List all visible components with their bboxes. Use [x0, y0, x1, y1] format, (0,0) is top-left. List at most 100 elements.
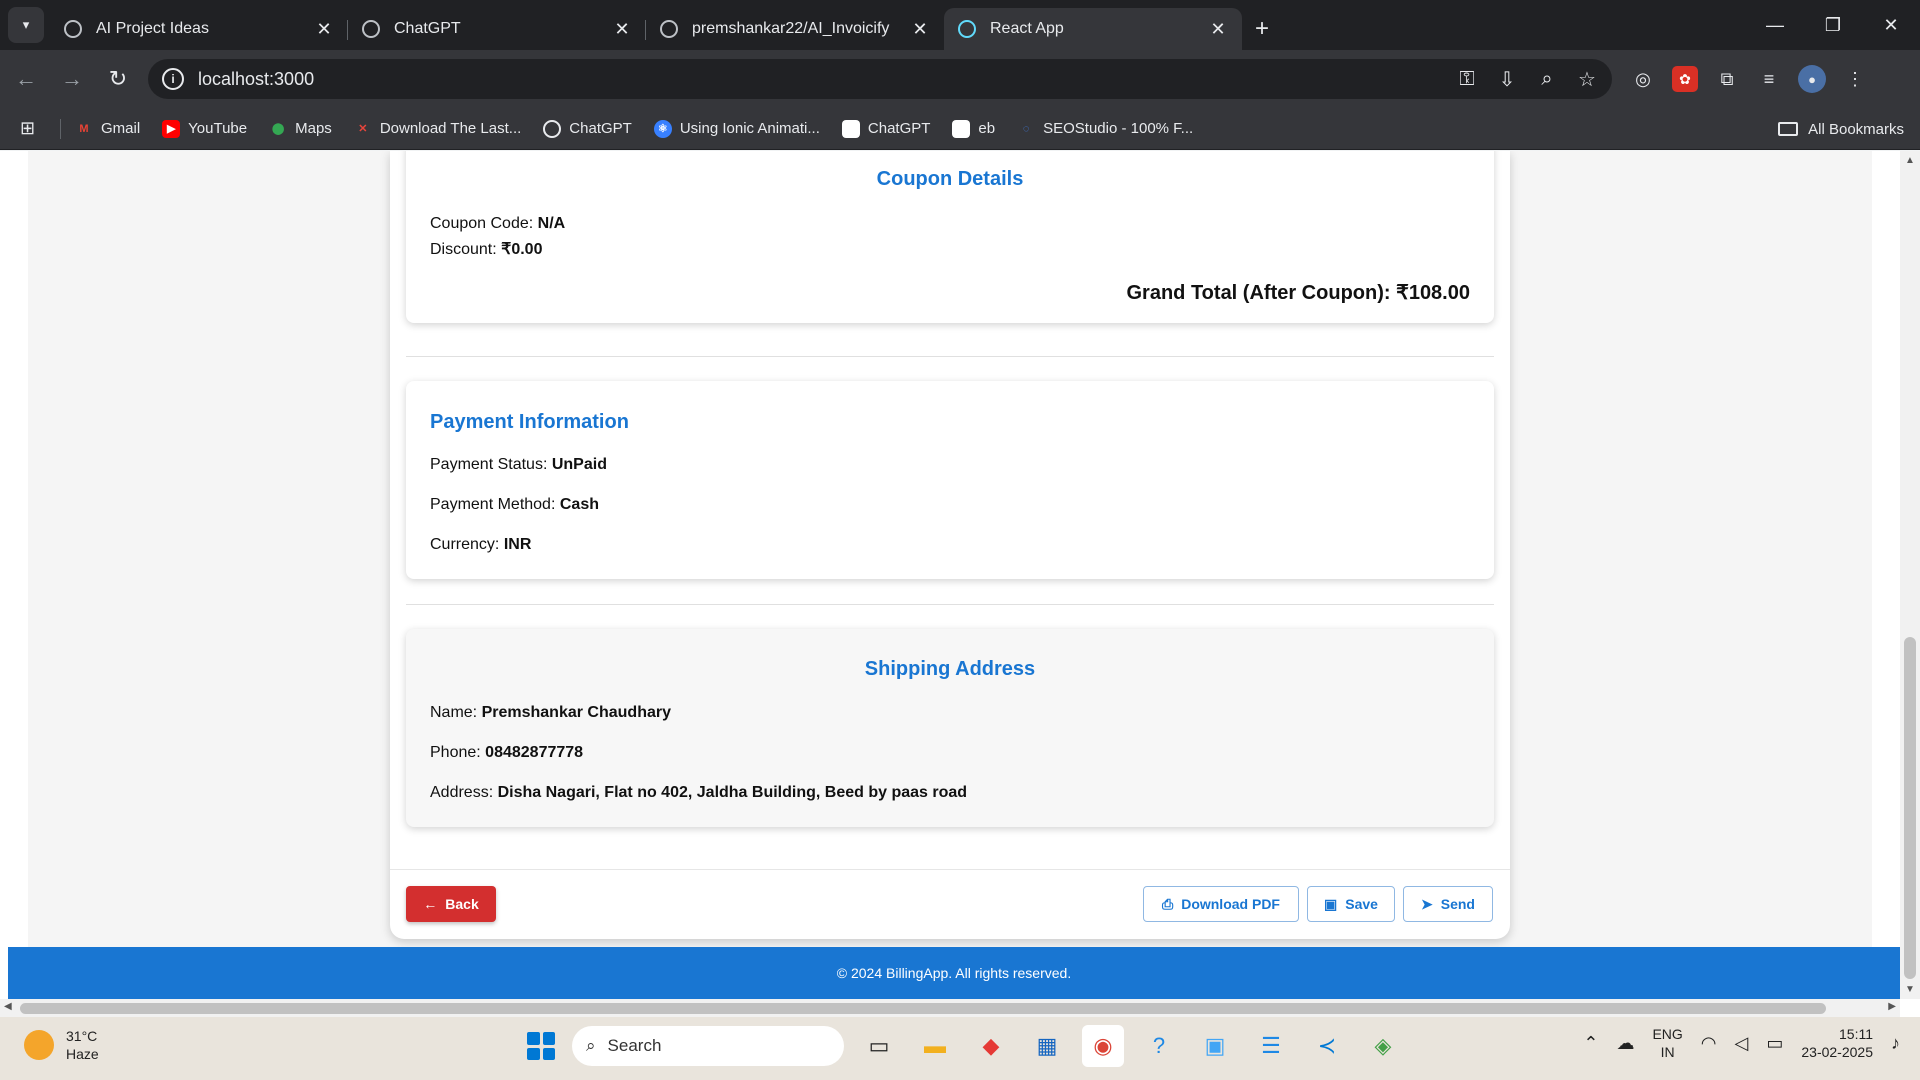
restore-icon[interactable]: ❐	[1804, 0, 1862, 50]
extension-red-icon[interactable]: ✿	[1672, 66, 1698, 92]
menu-kebab-icon[interactable]: ⋮	[1842, 66, 1868, 92]
profile-avatar[interactable]: ●	[1798, 65, 1826, 93]
scroll-left-icon[interactable]: ◀	[4, 1001, 12, 1012]
language-indicator[interactable]: ENG IN	[1652, 1025, 1682, 1061]
payment-status-row: Payment Status: UnPaid	[430, 456, 607, 473]
back-button[interactable]: ← Back	[406, 886, 496, 922]
reload-icon[interactable]: ↻	[98, 59, 138, 99]
back-nav-icon[interactable]: ←	[6, 59, 46, 99]
search-label: Search	[607, 1036, 662, 1055]
app-window-icon[interactable]: ▣	[1194, 1025, 1236, 1067]
notepad-icon[interactable]: ☰	[1250, 1025, 1292, 1067]
bookmark-chatgpt[interactable]: ChatGPT	[543, 119, 632, 138]
close-window-icon[interactable]: ✕	[1862, 0, 1920, 50]
onedrive-icon[interactable]: ☁	[1616, 1033, 1634, 1054]
store-icon[interactable]: ▦	[1026, 1025, 1068, 1067]
forward-nav-icon[interactable]: →	[52, 59, 92, 99]
volume-muted-icon[interactable]: ◁	[1735, 1033, 1749, 1054]
extensions-puzzle-icon[interactable]: ⧉	[1714, 66, 1740, 92]
media-control-icon[interactable]: ≡	[1756, 66, 1782, 92]
weather-condition: Haze	[66, 1046, 99, 1062]
gmail-icon: M	[79, 122, 89, 135]
battery-icon[interactable]: ▭	[1766, 1033, 1783, 1054]
app-colorful-icon[interactable]: ◈	[1362, 1025, 1404, 1067]
download-pdf-button[interactable]: ⎙ Download PDF	[1143, 886, 1299, 922]
clock-date: 23-02-2025	[1801, 1044, 1873, 1060]
tab-ai-project-ideas[interactable]: AI Project Ideas ✕	[50, 8, 348, 50]
bookmark-star-icon[interactable]: ☆	[1576, 67, 1598, 92]
grand-total: Grand Total (After Coupon): ₹108.00	[1126, 282, 1471, 304]
openai-icon	[952, 119, 971, 138]
minimize-icon[interactable]: —	[1746, 0, 1804, 50]
close-icon[interactable]: ✕	[910, 19, 930, 40]
divider	[60, 118, 61, 139]
weather-widget[interactable]: 31°C Haze	[24, 1027, 99, 1063]
wifi-icon[interactable]: ◠	[1701, 1033, 1717, 1054]
horizontal-scrollbar[interactable]: ◀ ▶	[0, 999, 1900, 1017]
vscode-icon[interactable]: ≺	[1306, 1025, 1348, 1067]
bookmark-gmail[interactable]: M Gmail	[75, 120, 140, 138]
bookmark-maps[interactable]: ⬤ Maps	[269, 120, 332, 138]
all-bookmarks-button[interactable]: All Bookmarks	[1778, 108, 1904, 150]
bookmark-chatgpt-2[interactable]: ChatGPT	[841, 119, 930, 138]
address-bar[interactable]: i localhost:3000 ⚿ ⇩ ⌕ ☆	[148, 59, 1612, 99]
tab-react-app[interactable]: React App ✕	[944, 8, 1242, 50]
haze-sun-icon	[24, 1030, 54, 1060]
payment-title: Payment Information	[430, 411, 629, 433]
vertical-scroll-thumb[interactable]	[1904, 637, 1916, 979]
react-icon	[958, 20, 976, 38]
close-icon[interactable]: ✕	[314, 19, 334, 40]
new-tab-button[interactable]: +	[1242, 8, 1282, 50]
bookmark-eb[interactable]: eb	[952, 119, 995, 138]
file-explorer-icon[interactable]: ▬	[914, 1025, 956, 1067]
save-button[interactable]: ▣ Save	[1307, 886, 1395, 922]
scroll-down-icon[interactable]: ▼	[1900, 984, 1920, 995]
vertical-scrollbar[interactable]: ▲ ▼	[1900, 151, 1920, 999]
tab-github[interactable]: premshankar22/AI_Invoicify ✕	[646, 8, 944, 50]
bookmark-youtube[interactable]: ▶ YouTube	[162, 119, 247, 138]
coupon-title: Coupon Details	[876, 168, 1024, 190]
notification-bell-icon[interactable]: ♪	[1891, 1033, 1900, 1054]
horizontal-scroll-thumb[interactable]	[20, 1003, 1826, 1014]
clock[interactable]: 15:11 23-02-2025	[1801, 1025, 1873, 1061]
bookmark-seostudio[interactable]: ◌ SEOStudio - 100% F...	[1017, 120, 1193, 138]
taskbar-search[interactable]: ⌕ Search	[572, 1026, 844, 1066]
help-icon[interactable]: ?	[1138, 1025, 1180, 1067]
weather-temp: 31°C	[66, 1028, 98, 1044]
shipping-address-row: Address: Disha Nagari, Flat no 402, Jald…	[430, 784, 968, 801]
zoom-icon[interactable]: ⌕	[1536, 68, 1558, 91]
scroll-right-icon[interactable]: ▶	[1888, 1001, 1896, 1012]
close-icon[interactable]: ✕	[612, 19, 632, 40]
openai-icon	[64, 20, 82, 38]
payment-status-value: UnPaid	[551, 456, 607, 473]
payment-card: Payment Information Payment Status: UnPa…	[406, 381, 1494, 579]
close-icon[interactable]: ✕	[1208, 19, 1228, 40]
bookmark-download[interactable]: ✕ Download The Last...	[354, 120, 521, 138]
tab-chatgpt[interactable]: ChatGPT ✕	[348, 8, 646, 50]
extension-target-icon[interactable]: ◎	[1630, 66, 1656, 92]
apps-grid-icon[interactable]: ⊞	[20, 118, 48, 139]
chevron-up-icon[interactable]: ⌃	[1583, 1033, 1598, 1054]
clock-time: 15:11	[1839, 1026, 1873, 1042]
chrome-icon[interactable]: ◉	[1082, 1025, 1124, 1067]
shipping-phone-value: 08482877778	[485, 744, 584, 761]
send-button[interactable]: ➤ Send	[1403, 886, 1493, 922]
currency-value: INR	[503, 536, 532, 553]
windows-start-icon[interactable]	[524, 1029, 558, 1063]
bookmark-ionic[interactable]: ⚛ Using Ionic Animati...	[653, 119, 820, 138]
url-text[interactable]: localhost:3000	[198, 69, 314, 90]
discount-value: ₹0.00	[501, 241, 543, 258]
currency-row: Currency: INR	[430, 536, 532, 553]
site-info-icon[interactable]: i	[162, 68, 184, 90]
window-controls: — ❐ ✕	[1746, 0, 1920, 50]
coupon-code-value: N/A	[537, 215, 566, 232]
payment-method-row: Payment Method: Cash	[430, 496, 599, 513]
tab-search-menu-button[interactable]: ▾	[8, 7, 44, 43]
scroll-up-icon[interactable]: ▲	[1900, 155, 1920, 166]
password-key-icon[interactable]: ⚿	[1456, 68, 1478, 91]
app-red-diamond-icon[interactable]: ◆	[970, 1025, 1012, 1067]
shipping-card: Shipping Address Name: Premshankar Chaud…	[406, 629, 1494, 827]
x-logo-icon: ✕	[358, 123, 368, 135]
install-app-icon[interactable]: ⇩	[1496, 67, 1518, 92]
task-view-icon[interactable]: ▭	[858, 1025, 900, 1067]
